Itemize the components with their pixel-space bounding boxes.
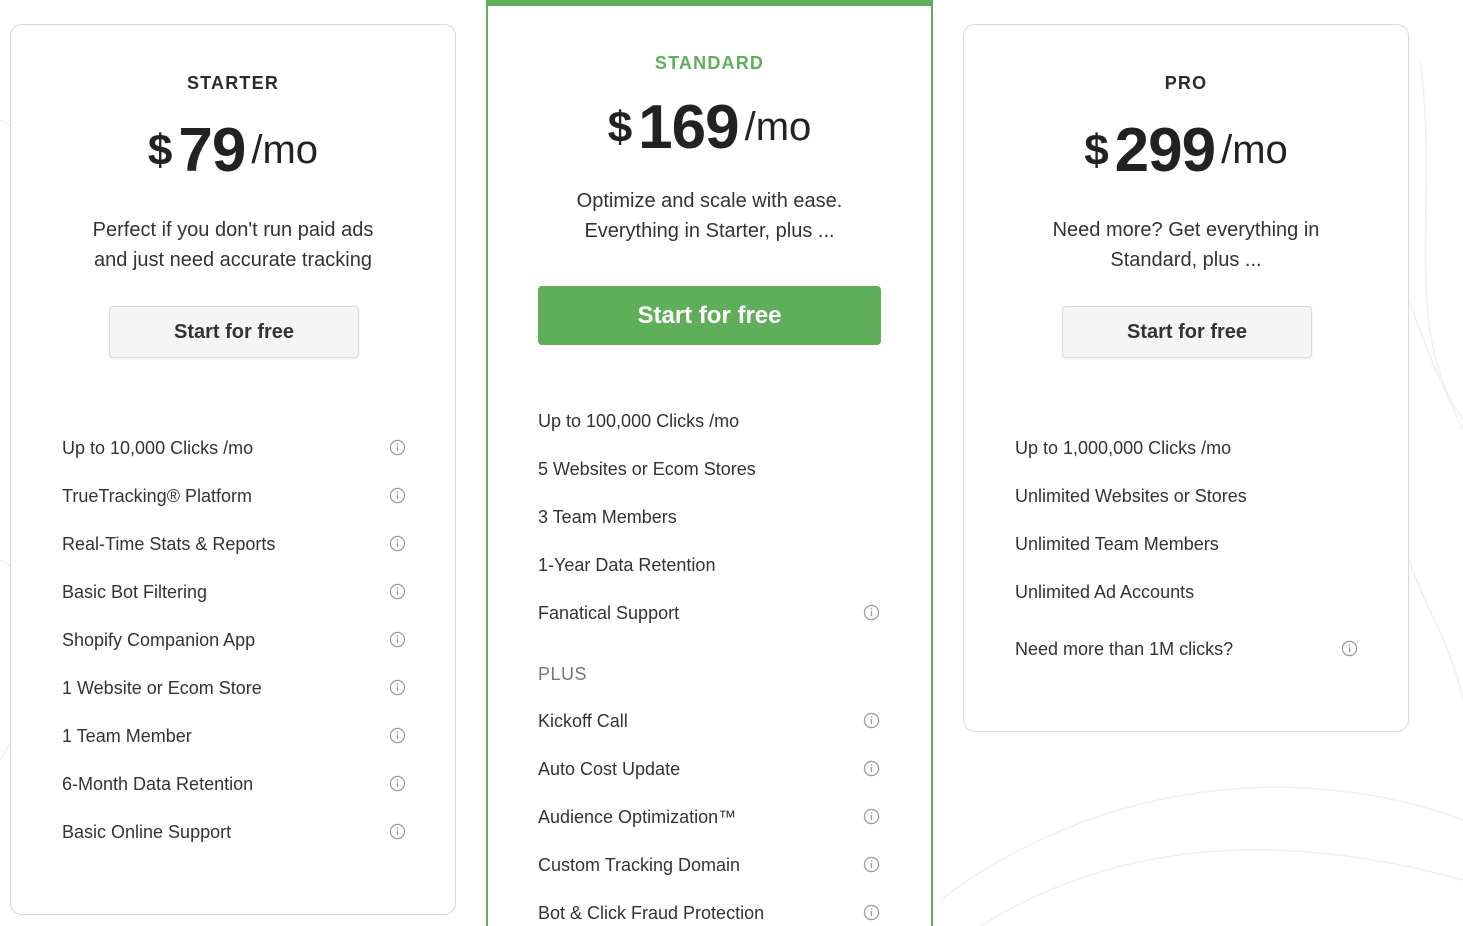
price-currency: $: [147, 126, 173, 175]
plan-price: $79/mo: [11, 115, 455, 186]
feature-label: Need more than 1M clicks?: [1015, 638, 1234, 659]
info-circle-icon[interactable]: [863, 760, 880, 777]
feature-label: Fanatical Support: [538, 602, 680, 623]
plan-name: STARTER: [186, 73, 280, 93]
feature-label: 3 Team Members: [538, 506, 677, 527]
info-circle-icon[interactable]: [389, 727, 406, 744]
price-period: /mo: [251, 128, 319, 172]
plan-description: Optimize and scale with ease. Everything…: [528, 186, 891, 246]
feature-label: Kickoff Call: [538, 710, 628, 731]
feature-item: Unlimited Websites or Stores: [1015, 481, 1408, 511]
feature-item: Up to 100,000 Clicks /mo: [538, 406, 931, 436]
plan-card-standard: STANDARD $169/mo Optimize and scale with…: [486, 0, 933, 926]
feature-label: Basic Bot Filtering: [62, 581, 208, 602]
plan-description-line: and just need accurate tracking: [94, 249, 372, 271]
info-circle-icon[interactable]: [389, 775, 406, 792]
info-circle-icon[interactable]: [389, 583, 406, 600]
plan-description-line: Optimize and scale with ease.: [576, 190, 843, 212]
start-for-free-button[interactable]: Start for free: [109, 306, 359, 358]
feature-label: Unlimited Websites or Stores: [1015, 485, 1247, 506]
feature-label: Bot & Click Fraud Protection: [538, 902, 765, 923]
plan-description-line: Standard, plus ...: [1110, 249, 1262, 271]
info-circle-icon[interactable]: [863, 856, 880, 873]
feature-label: Basic Online Support: [62, 821, 232, 842]
info-circle-icon[interactable]: [389, 631, 406, 648]
price-currency: $: [607, 103, 633, 152]
plus-section-label: PLUS: [538, 664, 588, 684]
plan-description: Perfect if you don't run paid ads and ju…: [51, 215, 415, 275]
plan-name: PRO: [1164, 73, 1208, 93]
plan-description-line: Need more? Get everything in: [1052, 219, 1320, 241]
plan-description: Need more? Get everything in Standard, p…: [1004, 215, 1368, 275]
price-amount: 299: [1114, 116, 1216, 185]
start-for-free-button[interactable]: Start for free: [538, 286, 881, 345]
info-circle-icon[interactable]: [389, 535, 406, 552]
plan-card-starter: STARTER $79/mo Perfect if you don't run …: [10, 24, 456, 915]
plan-name: STANDARD: [654, 53, 765, 73]
info-circle-icon[interactable]: [863, 604, 880, 621]
feature-item: 5 Websites or Ecom Stores: [538, 454, 931, 484]
price-period: /mo: [1221, 128, 1288, 172]
feature-label: Real-Time Stats & Reports: [62, 533, 276, 554]
price-period: /mo: [744, 105, 812, 149]
price-currency: $: [1084, 126, 1109, 175]
feature-label: Up to 10,000 Clicks /mo: [62, 437, 254, 458]
feature-label: Up to 1,000,000 Clicks /mo: [1015, 437, 1232, 458]
feature-label: Audience Optimization™: [538, 806, 737, 827]
feature-item: 1-Year Data Retention: [538, 550, 931, 580]
plan-card-pro: PRO $299/mo Need more? Get everything in…: [963, 24, 1409, 732]
feature-item: Unlimited Team Members: [1015, 529, 1408, 559]
info-circle-icon[interactable]: [389, 487, 406, 504]
feature-label: 1 Team Member: [62, 725, 192, 746]
feature-item: Unlimited Ad Accounts: [1015, 577, 1408, 607]
feature-item: Up to 1,000,000 Clicks /mo: [1015, 433, 1408, 463]
price-amount: 169: [638, 93, 739, 162]
feature-label: 1-Year Data Retention: [538, 554, 716, 575]
feature-label: Shopify Companion App: [62, 629, 256, 650]
feature-label: 1 Website or Ecom Store: [62, 677, 262, 698]
feature-label: Auto Cost Update: [538, 758, 681, 779]
plan-price: $299/mo: [964, 115, 1408, 186]
feature-label: 5 Websites or Ecom Stores: [538, 458, 756, 479]
start-for-free-button[interactable]: Start for free: [1062, 306, 1312, 358]
plan-description-line: Perfect if you don't run paid ads: [92, 219, 374, 241]
plan-description-line: Everything in Starter, plus ...: [584, 220, 835, 242]
feature-label: Unlimited Ad Accounts: [1015, 581, 1195, 602]
feature-label: Up to 100,000 Clicks /mo: [538, 410, 740, 431]
info-circle-icon[interactable]: [863, 904, 880, 921]
info-circle-icon[interactable]: [863, 808, 880, 825]
info-circle-icon[interactable]: [389, 679, 406, 696]
feature-item: 3 Team Members: [538, 502, 931, 532]
feature-label: TrueTracking® Platform: [62, 485, 252, 506]
info-circle-icon[interactable]: [863, 712, 880, 729]
feature-label: Custom Tracking Domain: [538, 854, 741, 875]
info-circle-icon[interactable]: [389, 439, 406, 456]
pricing-page: STARTER $79/mo Perfect if you don't run …: [0, 0, 1463, 926]
info-circle-icon[interactable]: [389, 823, 406, 840]
price-amount: 79: [178, 116, 246, 185]
plan-price: $169/mo: [488, 92, 931, 163]
feature-label: Unlimited Team Members: [1015, 533, 1219, 554]
feature-label: 6-Month Data Retention: [62, 773, 254, 794]
info-circle-icon[interactable]: [1341, 640, 1358, 657]
